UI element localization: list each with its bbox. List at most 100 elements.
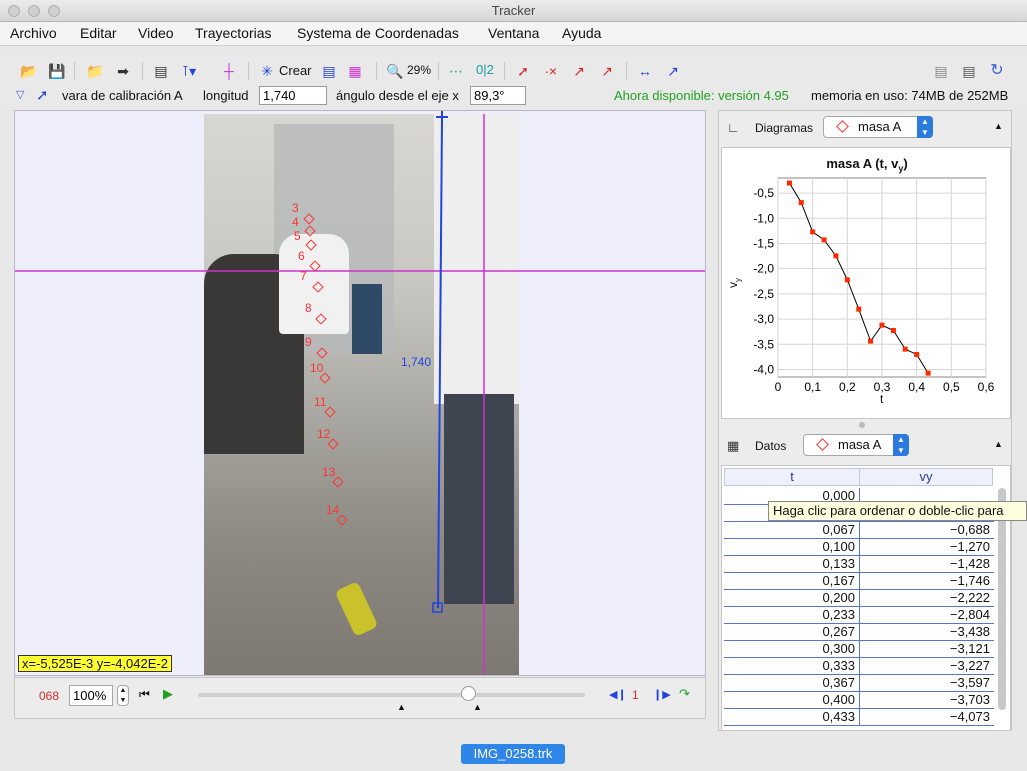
go-to-start-icon[interactable]: ⏮ [139, 687, 150, 702]
update-notice-link[interactable]: Ahora disponible: versión 4.95 [614, 88, 789, 103]
data-point[interactable] [879, 322, 885, 328]
create-button[interactable]: Crear [279, 63, 312, 78]
table-row[interactable]: 0,300 −3,121 [724, 641, 994, 658]
plot-area[interactable]: masa A (t, vy) 0 0,1 0,2 0,3 0,4 0,5 0,6 -0,5 -1… [721, 147, 1011, 419]
plot-panel-label[interactable]: Diagramas [755, 121, 813, 135]
zoom-level[interactable]: 29% [407, 63, 431, 77]
save-icon[interactable]: 💾 [48, 62, 66, 80]
table-row[interactable]: 0,067 −0,688 [724, 522, 994, 539]
rate-stepper[interactable]: ▲ ▼ [117, 685, 129, 706]
rate-field[interactable] [69, 685, 113, 706]
play-icon[interactable]: ▶ [163, 686, 173, 702]
menu-coordenadas[interactable]: Systema de Coordenadas [297, 25, 459, 41]
column-header-vy[interactable]: vy [859, 468, 993, 486]
table-panel-label[interactable]: Datos [755, 439, 786, 453]
data-point[interactable] [856, 306, 862, 312]
table-row[interactable]: 0,133 −1,428 [724, 556, 994, 573]
trail-icon[interactable]: ➚ [514, 62, 532, 80]
open-folder-icon[interactable]: 📁 [86, 62, 104, 80]
cell-t[interactable]: 0,367 [724, 675, 860, 691]
timeline-thumb[interactable] [461, 686, 476, 701]
cell-vy[interactable]: −4,073 [860, 709, 994, 725]
cell-t[interactable]: 0,233 [724, 607, 860, 623]
cell-t[interactable]: 0,067 [724, 522, 860, 538]
data-point[interactable] [821, 237, 827, 243]
data-point[interactable] [868, 338, 874, 344]
cell-vy[interactable]: −3,597 [860, 675, 994, 691]
notes-icon[interactable]: ▤ [932, 62, 950, 80]
calibration-stick[interactable] [437, 116, 443, 609]
start-marker-icon[interactable]: ▲ [397, 702, 406, 712]
video-clip-icon[interactable]: ▤ [152, 62, 170, 80]
table-row[interactable]: 0,367 −3,597 [724, 675, 994, 692]
table-row[interactable]: 0,433 −4,073 [724, 709, 994, 726]
cell-vy[interactable]: −3,438 [860, 624, 994, 640]
data-point[interactable] [810, 229, 816, 235]
step-forward-icon[interactable]: ❙▶ [653, 688, 671, 701]
chart-icon[interactable]: ∟ [727, 120, 740, 135]
marker-icon[interactable]: ∙× [542, 62, 560, 80]
table-row[interactable]: 0,333 −3,227 [724, 658, 994, 675]
cell-vy[interactable]: −1,746 [860, 573, 994, 589]
calibration-icon[interactable]: ┼ [220, 62, 238, 80]
collapse-icon[interactable]: ▲ [994, 439, 1003, 449]
table-track-select[interactable]: masa A ▲ ▼ [803, 434, 909, 456]
cell-vy[interactable]: −3,227 [860, 658, 994, 674]
data-point[interactable] [902, 346, 908, 352]
cell-t[interactable]: 0,200 [724, 590, 860, 606]
menu-video[interactable]: Video [138, 25, 174, 41]
cell-vy[interactable]: −3,121 [860, 641, 994, 657]
open-icon[interactable]: 📂 [20, 62, 38, 80]
data-point[interactable] [798, 200, 804, 206]
end-marker-icon[interactable]: ▲ [473, 702, 482, 712]
cell-t[interactable]: 0,333 [724, 658, 860, 674]
create-star-icon[interactable]: ✳ [258, 62, 276, 80]
menu-editar[interactable]: Editar [80, 25, 117, 41]
collapse-icon[interactable]: ▲ [994, 121, 1003, 131]
velocity-icon[interactable]: ↗ [570, 62, 588, 80]
cell-vy[interactable]: −1,270 [860, 539, 994, 555]
cell-t[interactable]: 0,133 [724, 556, 860, 572]
cell-vy[interactable]: −2,804 [860, 607, 994, 623]
splitter-handle[interactable] [859, 422, 865, 428]
data-point[interactable] [833, 253, 839, 259]
axes-icon[interactable]: ⊺▾ [180, 62, 198, 80]
plot-track-select[interactable]: masa A ▲ ▼ [823, 116, 933, 138]
table-row[interactable]: 0,200 −2,222 [724, 590, 994, 607]
data-point[interactable] [925, 370, 931, 376]
length-field[interactable] [259, 86, 327, 105]
data-point[interactable] [890, 327, 896, 333]
table-row[interactable]: 0,233 −2,804 [724, 607, 994, 624]
column-header-t[interactable]: t [724, 468, 860, 486]
triangle-down-icon[interactable]: ▽ [16, 88, 24, 101]
table-row[interactable]: 0,100 −1,270 [724, 539, 994, 556]
acceleration-icon[interactable]: ↗ [598, 62, 616, 80]
angle-field[interactable] [470, 86, 526, 105]
menu-ayuda[interactable]: Ayuda [562, 25, 601, 41]
mass-icon[interactable]: ↗ [664, 62, 682, 80]
cell-t[interactable]: 0,300 [724, 641, 860, 657]
vy-chart[interactable]: 0 0,1 0,2 0,3 0,4 0,5 0,6-0,5-1,0-1,5-2,0-2,5-… [722, 148, 1012, 420]
table-row[interactable]: 0,267 −3,438 [724, 624, 994, 641]
minimize-window-button[interactable] [28, 5, 40, 17]
data-point[interactable] [786, 180, 792, 186]
points-icon[interactable]: ⋯ [447, 62, 465, 80]
table-icon[interactable]: ▦ [727, 438, 739, 454]
zoom-window-button[interactable] [48, 5, 60, 17]
menu-ventana[interactable]: Ventana [488, 25, 539, 41]
menu-archivo[interactable]: Archivo [10, 25, 57, 41]
table-row[interactable]: 0,167 −1,746 [724, 573, 994, 590]
notes2-icon[interactable]: ▤ [960, 62, 978, 80]
step-back-icon[interactable]: ◀❙ [609, 688, 627, 701]
timeline-track[interactable] [198, 693, 585, 697]
table-scrollbar[interactable] [998, 488, 1006, 710]
cell-t[interactable]: 0,267 [724, 624, 860, 640]
cell-t[interactable]: 0,433 [724, 709, 860, 725]
import-icon[interactable]: ➡ [114, 62, 132, 80]
chevron-updown-icon[interactable]: ▲ ▼ [893, 434, 909, 456]
cell-vy[interactable]: −2,222 [860, 590, 994, 606]
chevron-updown-icon[interactable]: ▲ ▼ [917, 116, 933, 138]
table-row[interactable]: 0,400 −3,703 [724, 692, 994, 709]
data-point[interactable] [914, 351, 920, 357]
zoom-icon[interactable]: 🔍 [386, 62, 404, 80]
